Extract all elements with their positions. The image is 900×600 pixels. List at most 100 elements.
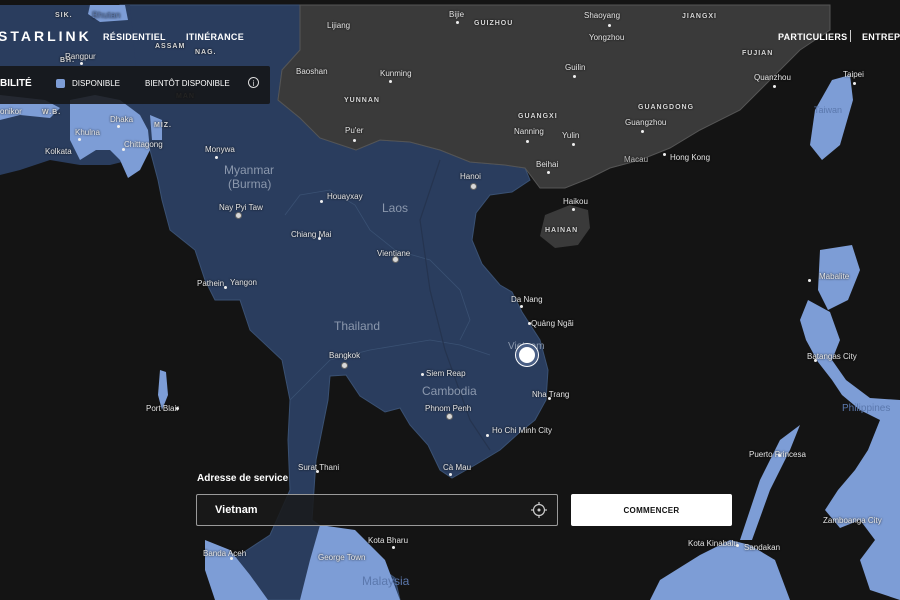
city-dot [117, 125, 120, 128]
legend-available: DISPONIBLE [72, 79, 121, 88]
city-dot [572, 143, 575, 146]
country-label-malaysia: Malaysia [362, 574, 410, 588]
city-label-siem-reap: Siem Reap [426, 369, 466, 378]
city-label-port-blair: Port Blair [146, 404, 179, 413]
city-label-yulin: Yulin [562, 131, 580, 140]
city-dot [470, 183, 477, 190]
legend-coming-soon: BIENTÔT DISPONIBLE [145, 79, 230, 88]
city-label-dhaka: Dhaka [110, 115, 134, 124]
city-dot [486, 434, 489, 437]
city-dot [526, 140, 529, 143]
city-label-nanning: Nanning [514, 127, 544, 136]
country-label-myanmar: Myanmar [224, 163, 275, 177]
city-dot [853, 82, 856, 85]
city-dot [389, 80, 392, 83]
starlink-logo[interactable]: STARLINK [0, 28, 92, 44]
service-address-label: Adresse de service [197, 473, 289, 484]
country-label-laos: Laos [382, 201, 409, 215]
map-view[interactable]: Myanmar (Burma) Laos Thailand Cambodia V… [0, 0, 900, 600]
city-dot [78, 138, 81, 141]
city-dot [318, 237, 321, 240]
nav-link-particuliers[interactable]: PARTICULIERS [778, 32, 847, 42]
city-label-west: onikor [0, 107, 22, 116]
top-nav: STARLINK RÉSIDENTIEL ITINÉRANCE PARTICUL… [0, 0, 900, 60]
crosshair-icon[interactable] [531, 502, 547, 518]
city-label-bangkok: Bangkok [329, 351, 361, 360]
city-dot [449, 473, 452, 476]
city-label-puer: Pu'er [345, 126, 364, 135]
city-dot [547, 171, 550, 174]
city-label-haikou: Haikou [563, 197, 588, 206]
city-label-houayxay: Houayxay [327, 192, 363, 201]
city-dot [520, 305, 523, 308]
city-dot [215, 156, 218, 159]
city-label-yangon: Yangon [230, 278, 257, 287]
city-label-khulna: Khulna [75, 128, 100, 137]
city-label-hong-kong: Hong Kong [670, 153, 711, 162]
city-dot [736, 544, 739, 547]
nav-link-residential[interactable]: RÉSIDENTIEL [103, 32, 166, 42]
city-label-ca-mau: Cà Mau [443, 463, 472, 472]
city-dot [421, 373, 424, 376]
city-label-chittagong: Chittagong [124, 140, 163, 149]
region-label-miz: MIZ. [154, 122, 172, 129]
nav-separator [850, 30, 851, 42]
city-dot [663, 153, 666, 156]
city-label-nay-pyi-taw: Nay Pyi Taw [219, 203, 263, 212]
city-dot [528, 322, 531, 325]
region-label-guangdong: GUANGDONG [638, 104, 695, 111]
start-button[interactable]: COMMENCER [571, 494, 732, 526]
service-address-input[interactable] [215, 495, 515, 525]
region-label-wb: W.B. [42, 109, 62, 116]
region-label-yunnan: YUNNAN [344, 97, 380, 104]
city-dot [778, 454, 781, 457]
nav-link-roaming[interactable]: ITINÉRANCE [186, 32, 244, 42]
city-label-beihai: Beihai [536, 160, 559, 169]
country-label-philippines: Philippines [842, 403, 891, 414]
nav-link-entreprises[interactable]: ENTREP [862, 32, 900, 42]
city-label-hanoi: Hanoi [460, 172, 481, 181]
country-label-taiwan: Taiwan [814, 105, 843, 115]
city-label-quanzhou: Quanzhou [754, 73, 791, 82]
city-dot [392, 546, 395, 549]
city-label-macau: Macau [624, 155, 649, 164]
city-label-kota-kinabalu: Kota Kinabalu [688, 539, 738, 548]
city-label-banda-aceh: Banda Aceh [203, 549, 247, 558]
city-dot [80, 62, 83, 65]
city-dot [316, 470, 319, 473]
city-label-sandakan: Sandakan [744, 543, 781, 552]
country-label-cambodia: Cambodia [422, 384, 477, 398]
service-address-field[interactable] [196, 494, 558, 526]
city-label-kolkata: Kolkata [45, 147, 72, 156]
city-dot [235, 212, 242, 219]
city-dot [572, 208, 575, 211]
city-label-guilin: Guilin [565, 63, 586, 72]
country-label-burma: (Burma) [228, 177, 272, 191]
location-pin[interactable] [516, 344, 538, 366]
legend-title: BILITÉ [0, 78, 32, 89]
city-dot [641, 130, 644, 133]
region-label-guangxi: GUANGXI [518, 113, 558, 120]
city-dot [224, 286, 227, 289]
city-dot [392, 256, 399, 263]
city-dot [176, 407, 179, 410]
city-label-kota-bharu: Kota Bharu [368, 536, 409, 545]
city-label-taipei: Taipei [843, 70, 864, 79]
city-label-kunming: Kunming [380, 69, 412, 78]
city-label-chiang-mai: Chiang Mai [291, 230, 332, 239]
city-label-guangzhou: Guangzhou [625, 118, 667, 127]
city-dot [814, 359, 817, 362]
city-dot [446, 413, 453, 420]
city-dot [808, 279, 811, 282]
city-label-monywa: Monywa [205, 145, 235, 154]
city-label-george-town: George Town [318, 553, 366, 562]
city-dot [320, 200, 323, 203]
availability-legend: BILITÉ DISPONIBLE BIENTÔT DISPONIBLE i [0, 66, 270, 104]
info-icon[interactable]: i [248, 77, 259, 88]
city-label-mabalite: Mabalite [819, 272, 850, 281]
city-dot [341, 362, 348, 369]
city-label-baoshan: Baoshan [296, 67, 328, 76]
city-dot [773, 85, 776, 88]
city-dot [548, 397, 551, 400]
city-dot [353, 139, 356, 142]
